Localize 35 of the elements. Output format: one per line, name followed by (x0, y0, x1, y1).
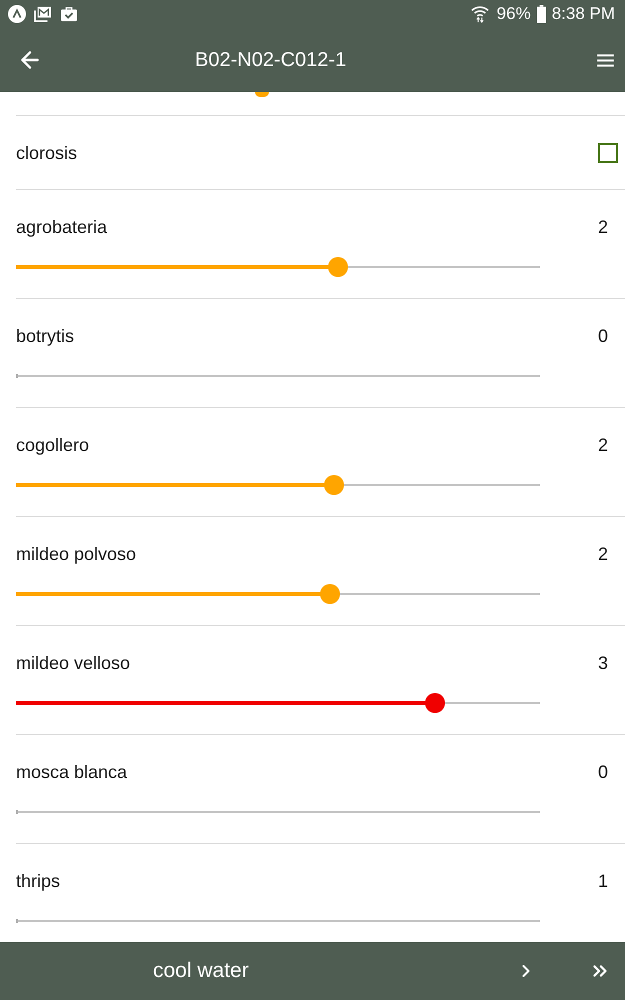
slider-track[interactable] (16, 475, 540, 495)
item-label: cogollero (16, 434, 90, 456)
next-item-label: cool water (153, 958, 249, 984)
slider-thumb[interactable] (328, 257, 348, 277)
menu-icon (596, 54, 614, 66)
slider-track[interactable] (16, 584, 540, 604)
item-value: 3 (598, 652, 608, 674)
item-value: 2 (598, 216, 608, 238)
item-label: mosca blanca (16, 761, 128, 783)
slider-track[interactable] (16, 693, 540, 713)
slider-thumb[interactable] (320, 584, 340, 604)
toolbar-title: B02-N02-C012-1 (195, 48, 346, 72)
item-label: agrobateria (16, 216, 108, 238)
wifi-icon (470, 5, 489, 23)
item-value: 0 (598, 325, 608, 347)
item-label: thrips (16, 870, 60, 892)
item-value: 2 (598, 543, 608, 565)
battery-percent: 96% (496, 4, 531, 24)
chevron-circle-icon (8, 5, 26, 23)
briefcase-check-icon (60, 6, 78, 22)
item-label: mildeo polvoso (16, 543, 136, 565)
item-label: botrytis (16, 325, 74, 347)
slider-thumb[interactable] (425, 693, 446, 713)
clock: 8:38 PM (552, 4, 615, 24)
item-value: 1 (598, 870, 608, 892)
item-value: 0 (598, 761, 608, 783)
item-label: mildeo velloso (16, 652, 130, 674)
slider-track[interactable] (16, 257, 540, 277)
item-label: clorosis (16, 142, 78, 164)
battery-icon (536, 5, 546, 23)
mail-stack-icon (34, 6, 52, 22)
slider-thumb[interactable] (255, 92, 270, 97)
slider-thumb[interactable] (324, 475, 344, 495)
item-value: 2 (598, 434, 608, 456)
checkbox[interactable] (598, 142, 618, 162)
